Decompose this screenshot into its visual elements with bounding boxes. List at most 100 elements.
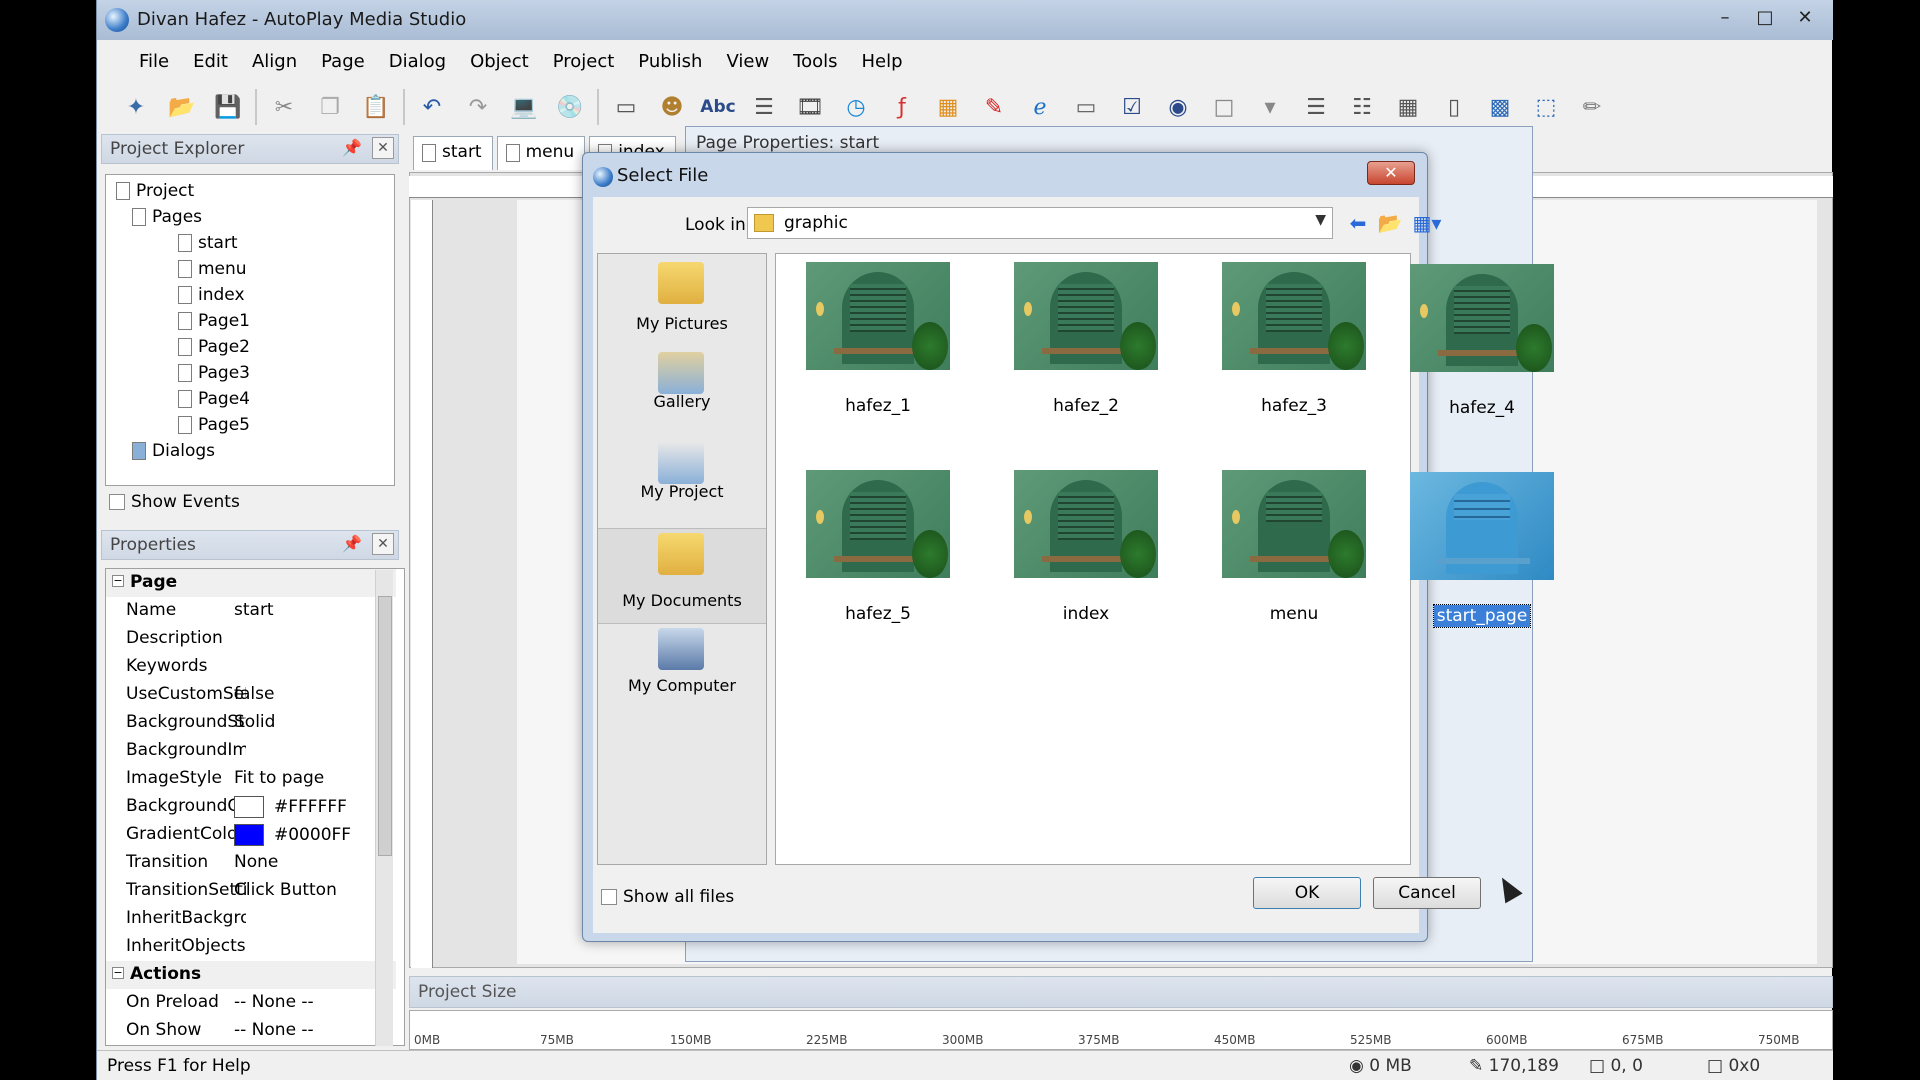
property-row[interactable]: BackgroundStylSolid: [106, 709, 396, 737]
property-row[interactable]: InheritBackgrou: [106, 905, 396, 933]
label-object-icon[interactable]: ☻: [653, 88, 691, 126]
place-my-pictures[interactable]: My Pictures: [598, 258, 766, 348]
tree-project[interactable]: Project: [116, 181, 194, 201]
tree-dialogs[interactable]: Dialogs: [132, 441, 215, 461]
tree-page-menu[interactable]: menu: [178, 259, 247, 279]
web-object-icon[interactable]: ◷: [837, 88, 875, 126]
property-row[interactable]: BackgroundCol #FFFFFF: [106, 793, 396, 821]
file-item[interactable]: hafez_5: [776, 466, 956, 646]
pin-icon[interactable]: 📌: [342, 534, 362, 553]
file-item[interactable]: hafez_2: [984, 258, 1164, 438]
publish-disc-icon[interactable]: 💿: [551, 88, 589, 126]
preview-icon[interactable]: 💻: [505, 88, 543, 126]
place-my-project[interactable]: My Project: [598, 438, 766, 528]
menu-align[interactable]: Align: [240, 46, 309, 78]
combobox-object-icon[interactable]: ▾: [1251, 88, 1289, 126]
input-object-icon[interactable]: ▭: [1067, 88, 1105, 126]
place-gallery[interactable]: Gallery: [598, 348, 766, 438]
grid-object-icon[interactable]: ▦: [1389, 88, 1427, 126]
open-folder-icon[interactable]: 📂: [163, 88, 201, 126]
menu-page[interactable]: Page: [309, 46, 377, 78]
property-row[interactable]: ImageStyle Fit to page: [106, 765, 396, 793]
dialog-close-button[interactable]: ✕: [1367, 161, 1415, 185]
tree-page-page4[interactable]: Page4: [178, 389, 250, 409]
cut-icon[interactable]: ✂: [265, 88, 303, 126]
place-my-computer[interactable]: My Computer: [598, 624, 766, 714]
property-row[interactable]: On Preload -- None --: [106, 989, 396, 1017]
copy-icon[interactable]: ❐: [311, 88, 349, 126]
flash-object-icon[interactable]: ƒ: [883, 88, 921, 126]
radio-object-icon[interactable]: ◉: [1159, 88, 1197, 126]
property-row[interactable]: Keywords: [106, 653, 396, 681]
plugin-object-icon[interactable]: ▩: [1481, 88, 1519, 126]
property-row[interactable]: BackgroundIma: [106, 737, 396, 765]
up-folder-icon[interactable]: 📂: [1375, 209, 1405, 237]
paragraph-object-icon[interactable]: ☰: [745, 88, 783, 126]
view-menu-icon[interactable]: ▦▾: [1407, 209, 1447, 237]
redo-icon[interactable]: ↷: [459, 88, 497, 126]
menu-view[interactable]: View: [714, 46, 781, 78]
button-object-icon[interactable]: ▭: [607, 88, 645, 126]
file-item[interactable]: menu: [1192, 466, 1372, 646]
minimize-button[interactable]: –: [1705, 4, 1745, 30]
file-item[interactable]: index: [984, 466, 1164, 646]
checkbox-object-icon[interactable]: ☑: [1113, 88, 1151, 126]
text-object-icon[interactable]: Abc: [699, 88, 737, 126]
tree-page-page2[interactable]: Page2: [178, 337, 250, 357]
browser-object-icon[interactable]: ℯ: [1021, 88, 1059, 126]
menu-publish[interactable]: Publish: [626, 46, 714, 78]
menu-help[interactable]: Help: [850, 46, 915, 78]
properties-category-page[interactable]: − Page: [106, 569, 396, 597]
cancel-button[interactable]: Cancel: [1373, 877, 1481, 909]
file-item[interactable]: hafez_3: [1192, 258, 1372, 438]
select-region-icon[interactable]: ⬚: [1527, 88, 1565, 126]
maximize-button[interactable]: □: [1745, 4, 1785, 30]
paste-icon[interactable]: 📋: [357, 88, 395, 126]
file-item[interactable]: hafez_1: [776, 258, 956, 438]
tab-start[interactable]: start: [413, 136, 493, 170]
property-row[interactable]: Description: [106, 625, 396, 653]
menu-edit[interactable]: Edit: [181, 46, 240, 78]
property-row[interactable]: Transition None: [106, 849, 396, 877]
menu-object[interactable]: Object: [458, 46, 541, 78]
tab-menu[interactable]: menu: [496, 136, 586, 170]
slideshow-object-icon[interactable]: ▦: [929, 88, 967, 126]
chevron-down-icon[interactable]: ▼: [1315, 212, 1326, 228]
property-row[interactable]: GradientColor #0000FF: [106, 821, 396, 849]
textbox-object-icon[interactable]: □: [1205, 88, 1243, 126]
collapse-icon[interactable]: −: [112, 967, 124, 979]
property-row[interactable]: TransitionSettin Click Button: [106, 877, 396, 905]
menu-project[interactable]: Project: [541, 46, 627, 78]
property-row[interactable]: InheritObjects: [106, 933, 396, 961]
listbox-object-icon[interactable]: ☰: [1297, 88, 1335, 126]
save-icon[interactable]: 💾: [209, 88, 247, 126]
checkbox[interactable]: [601, 889, 617, 905]
wizard-icon[interactable]: ✦: [117, 88, 155, 126]
tree-pages[interactable]: Pages: [132, 207, 202, 227]
menu-file[interactable]: File: [127, 46, 181, 78]
property-row[interactable]: Name start: [106, 597, 396, 625]
tree-page-page3[interactable]: Page3: [178, 363, 250, 383]
tree-page-page1[interactable]: Page1: [178, 311, 250, 331]
pdf-object-icon[interactable]: ✎: [975, 88, 1013, 126]
properties-category-actions[interactable]: − Actions: [106, 961, 396, 989]
properties-scrollbar[interactable]: [375, 570, 393, 1046]
color-swatch[interactable]: [234, 824, 264, 846]
undo-icon[interactable]: ↶: [413, 88, 451, 126]
back-arrow-icon[interactable]: ⬅: [1343, 209, 1373, 237]
look-in-dropdown[interactable]: graphic ▼: [747, 207, 1333, 239]
menu-dialog[interactable]: Dialog: [377, 46, 458, 78]
tree-page-index[interactable]: index: [178, 285, 245, 305]
place-my-documents[interactable]: My Documents: [598, 528, 766, 624]
checkbox[interactable]: [109, 494, 125, 510]
ok-button[interactable]: OK: [1253, 877, 1361, 909]
collapse-icon[interactable]: −: [112, 575, 124, 587]
pin-icon[interactable]: 📌: [342, 138, 362, 157]
close-panel-icon[interactable]: ✕: [372, 533, 394, 555]
tree-object-icon[interactable]: ☷: [1343, 88, 1381, 126]
show-events-checkbox[interactable]: Show Events: [109, 492, 240, 512]
menu-tools[interactable]: Tools: [781, 46, 849, 78]
scrollbar-thumb[interactable]: [378, 596, 392, 856]
show-all-files-checkbox[interactable]: Show all files: [601, 887, 734, 907]
progress-object-icon[interactable]: ▯: [1435, 88, 1473, 126]
